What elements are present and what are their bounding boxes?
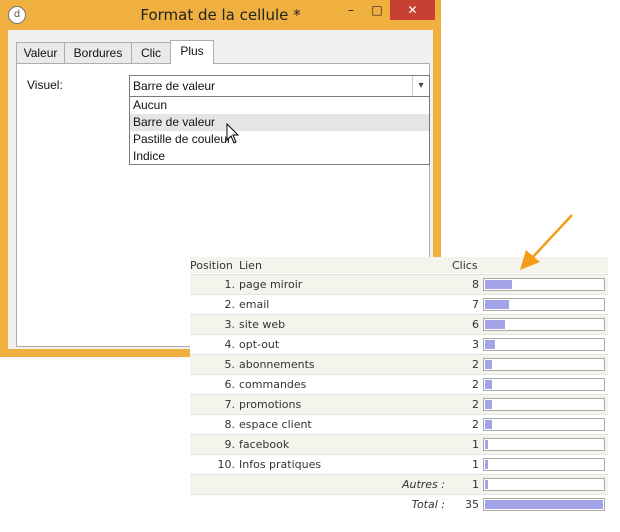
- row-link: facebook: [239, 438, 290, 451]
- row-link: email: [239, 298, 270, 311]
- row-clicks: 3: [472, 338, 479, 351]
- header-position: Position: [190, 259, 233, 272]
- header-clics: Clics: [452, 259, 478, 272]
- row-clicks: 2: [472, 378, 479, 391]
- value-bar: [483, 298, 605, 311]
- option-pastille-de-couleur[interactable]: Pastille de couleur: [130, 131, 429, 148]
- header-lien: Lien: [239, 259, 262, 272]
- visuel-dropdown-list: Aucun Barre de valeur Pastille de couleu…: [129, 96, 430, 165]
- value-bar-fill: [485, 340, 495, 349]
- table-row: 4. opt-out 3: [190, 334, 608, 355]
- title-bar[interactable]: d Format de la cellule * – □ ✕: [0, 0, 441, 30]
- value-bar-fill: [485, 280, 512, 289]
- value-bar: [483, 358, 605, 371]
- table-row: 2. email 7: [190, 294, 608, 315]
- table-row: 6. commandes 2: [190, 374, 608, 395]
- row-position: 7.: [224, 398, 236, 411]
- value-bar-fill: [485, 360, 492, 369]
- row-link: Infos pratiques: [239, 458, 322, 471]
- value-bar-fill: [485, 440, 488, 449]
- visuel-label: Visuel:: [27, 78, 63, 92]
- option-indice[interactable]: Indice: [130, 148, 429, 165]
- value-bar-fill: [485, 460, 488, 469]
- value-bar: [483, 458, 605, 471]
- clicks-report: Position Lien Clics 1. page miroir 8 2. emai…: [190, 257, 608, 519]
- value-bar: [483, 498, 605, 511]
- row-position: 10.: [217, 458, 236, 471]
- row-link: espace client: [239, 418, 312, 431]
- value-bar-fill: [485, 400, 492, 409]
- value-bar-fill: [485, 500, 603, 509]
- tab-clic[interactable]: Clic: [131, 42, 171, 63]
- value-bar: [483, 318, 605, 331]
- row-clicks: 2: [472, 358, 479, 371]
- maximize-button[interactable]: □: [364, 0, 390, 20]
- row-position: 1.: [224, 278, 236, 291]
- row-position: 9.: [224, 438, 236, 451]
- table-row: 10. Infos pratiques 1: [190, 454, 608, 475]
- table-row: 3. site web 6: [190, 314, 608, 335]
- row-link: abonnements: [239, 358, 315, 371]
- row-clicks: 2: [472, 398, 479, 411]
- autres-row: Autres :1: [190, 474, 608, 495]
- row-position: 3.: [224, 318, 236, 331]
- chevron-down-icon[interactable]: ▾: [412, 76, 429, 96]
- row-clicks: 8: [472, 278, 479, 291]
- option-aucun[interactable]: Aucun: [130, 97, 429, 114]
- value-bar: [483, 378, 605, 391]
- value-bar: [483, 338, 605, 351]
- row-position: 2.: [224, 298, 236, 311]
- row-clicks: 1: [472, 458, 479, 471]
- arrow-icon: [520, 214, 573, 270]
- row-link: commandes: [239, 378, 307, 391]
- visuel-select[interactable]: Barre de valeur ▾: [129, 75, 430, 97]
- total-row: Total :35: [190, 494, 608, 515]
- tab-bordures[interactable]: Bordures: [64, 42, 132, 63]
- table-row: 7. promotions 2: [190, 394, 608, 415]
- value-bar: [483, 418, 605, 431]
- row-position: 4.: [224, 338, 236, 351]
- autres-clicks: 1: [472, 478, 479, 491]
- visuel-selected-value: Barre de valeur: [133, 79, 216, 93]
- row-position: 8.: [224, 418, 236, 431]
- row-clicks: 7: [472, 298, 479, 311]
- table-row: 8. espace client 2: [190, 414, 608, 435]
- table-row: 5. abonnements 2: [190, 354, 608, 375]
- row-position: 6.: [224, 378, 236, 391]
- value-bar-fill: [485, 300, 509, 309]
- tab-valeur[interactable]: Valeur: [16, 42, 65, 63]
- row-position: 5.: [224, 358, 236, 371]
- row-link: site web: [239, 318, 286, 331]
- row-link: opt-out: [239, 338, 280, 351]
- value-bar: [483, 478, 605, 491]
- row-clicks: 6: [472, 318, 479, 331]
- value-bar: [483, 438, 605, 451]
- tab-plus[interactable]: Plus: [170, 40, 214, 64]
- row-clicks: 1: [472, 438, 479, 451]
- minimize-button[interactable]: –: [338, 0, 364, 20]
- value-bar-fill: [485, 380, 492, 389]
- table-row: 9. facebook 1: [190, 434, 608, 455]
- value-bar: [483, 398, 605, 411]
- value-bar-fill: [485, 420, 492, 429]
- row-link: page miroir: [239, 278, 303, 291]
- row-link: promotions: [239, 398, 302, 411]
- mouse-pointer-icon: [226, 123, 240, 144]
- total-clicks: 35: [465, 498, 479, 511]
- row-clicks: 2: [472, 418, 479, 431]
- close-button[interactable]: ✕: [390, 0, 435, 20]
- value-bar-fill: [485, 320, 505, 329]
- value-bar-fill: [485, 480, 488, 489]
- option-barre-de-valeur[interactable]: Barre de valeur: [130, 114, 429, 131]
